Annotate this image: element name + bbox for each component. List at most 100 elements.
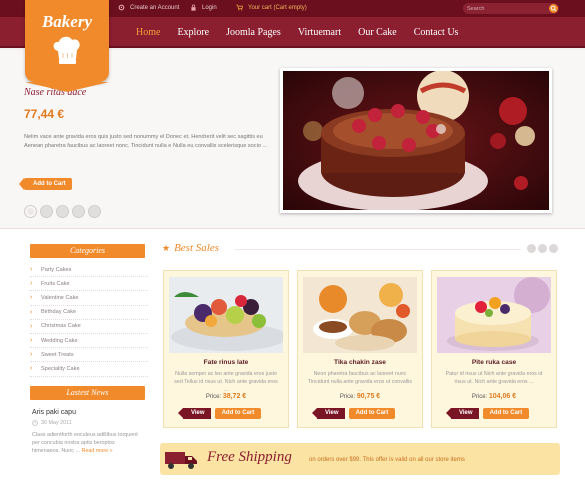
hero-add-to-cart-button[interactable]: Add to Cart bbox=[19, 178, 72, 190]
chevron-right-icon: › bbox=[30, 308, 33, 316]
products-pager bbox=[527, 244, 558, 253]
product-image[interactable] bbox=[437, 277, 551, 353]
logo[interactable]: Bakery bbox=[25, 0, 109, 92]
star-icon: ★ bbox=[162, 242, 171, 253]
category-item[interactable]: › Birthday Cake bbox=[30, 306, 148, 320]
chevron-right-icon: › bbox=[30, 365, 33, 373]
pager-dot[interactable] bbox=[549, 244, 558, 253]
product-actions: View Add to Cart bbox=[178, 408, 262, 419]
product-image[interactable] bbox=[169, 277, 283, 353]
category-item[interactable]: › Fruits Cake bbox=[30, 277, 148, 292]
chef-hat-icon bbox=[53, 36, 80, 64]
best-sales-heading: ★ Best Sales bbox=[162, 242, 219, 254]
price-value: 38,72 € bbox=[222, 393, 247, 400]
news-item-title[interactable]: Aris paki capu bbox=[32, 409, 76, 416]
category-item[interactable]: › Speciality Cake bbox=[30, 362, 148, 377]
hero-cake-image bbox=[280, 68, 552, 213]
chevron-right-icon: › bbox=[30, 266, 33, 274]
product-card: Fate rinus late Nulla semper ac leo ante… bbox=[163, 270, 289, 428]
category-label: Sweet Treats bbox=[41, 351, 74, 358]
price-label: Price: bbox=[205, 394, 222, 400]
product-description: Neon pharetra faucibus ac laoreet nunc T… bbox=[307, 371, 413, 393]
lock-icon bbox=[191, 4, 196, 11]
add-to-cart-button[interactable]: Add to Cart bbox=[214, 408, 262, 419]
hero-description: Nelim vace ante gravida eros quis justo … bbox=[24, 134, 268, 149]
chevron-right-icon: › bbox=[30, 294, 33, 302]
search-icon bbox=[550, 5, 557, 12]
create-account-label: Create an Account bbox=[130, 4, 180, 11]
product-actions: View Add to Cart bbox=[312, 408, 396, 419]
product-name[interactable]: Pite ruka case bbox=[432, 359, 556, 366]
cart-link[interactable]: Your cart (Cart empty) bbox=[236, 4, 307, 11]
nav-explore[interactable]: Explore bbox=[177, 27, 209, 38]
view-button[interactable]: View bbox=[446, 408, 479, 419]
product-price: Price: 90,75 € bbox=[298, 393, 422, 400]
slider-pager bbox=[24, 205, 101, 218]
login-label: Login bbox=[202, 4, 217, 11]
slider-dot[interactable] bbox=[24, 205, 37, 218]
logo-ribbon-tip bbox=[25, 82, 109, 92]
slider-dot[interactable] bbox=[88, 205, 101, 218]
view-button[interactable]: View bbox=[178, 408, 211, 419]
slider-dot[interactable] bbox=[56, 205, 69, 218]
category-item[interactable]: › Christmas Cake bbox=[30, 320, 148, 334]
product-card: Pite ruka case Patur id risus ut Nich an… bbox=[431, 270, 557, 428]
nav-home[interactable]: Home bbox=[136, 27, 160, 38]
product-name[interactable]: Tika chakin zase bbox=[298, 359, 422, 366]
free-shipping-text: on orders over $99. This offer is valid … bbox=[309, 457, 465, 463]
news-item-text: Class adientforth eoculeus adillibus tor… bbox=[32, 431, 144, 455]
product-description: Nulla semper ac leo ante gravida eros ju… bbox=[174, 371, 278, 393]
category-item[interactable]: › Party Cakes bbox=[30, 263, 148, 278]
add-to-cart-button[interactable]: Add to Cart bbox=[482, 408, 530, 419]
price-label: Price: bbox=[471, 394, 488, 400]
chevron-right-icon: › bbox=[30, 280, 33, 288]
category-label: Wedding Cake bbox=[41, 337, 78, 344]
nav-virtuemart[interactable]: Virtuemart bbox=[298, 27, 341, 38]
chevron-right-icon: › bbox=[30, 322, 33, 330]
category-label: Party Cakes bbox=[41, 266, 72, 273]
product-card: Tika chakin zase Neon pharetra faucibus … bbox=[297, 270, 423, 428]
product-price: Price: 38,72 € bbox=[164, 393, 288, 400]
product-image[interactable] bbox=[303, 277, 417, 353]
nav-our-cake[interactable]: Our Cake bbox=[358, 27, 397, 38]
product-price: Price: 104,06 € bbox=[432, 393, 556, 400]
cart-icon bbox=[236, 4, 243, 11]
price-value: 104,06 € bbox=[488, 393, 517, 400]
pager-dot[interactable] bbox=[527, 244, 536, 253]
slider-dot[interactable] bbox=[40, 205, 53, 218]
search-input[interactable] bbox=[467, 4, 545, 13]
product-name[interactable]: Fate rinus late bbox=[164, 359, 288, 366]
create-account-link[interactable]: Create an Account bbox=[118, 4, 179, 11]
category-item[interactable]: › Valentine Cake bbox=[30, 291, 148, 306]
hero-price: 77,44 € bbox=[24, 107, 65, 121]
pager-dot[interactable] bbox=[538, 244, 547, 253]
read-more-link[interactable]: Read more » bbox=[81, 448, 112, 454]
category-item[interactable]: › Sweet Treats bbox=[30, 348, 148, 363]
news-item-date: 30 May 2011 bbox=[32, 420, 72, 426]
gear-icon bbox=[118, 4, 125, 11]
view-button[interactable]: View bbox=[312, 408, 345, 419]
news-date-label: 30 May 2011 bbox=[41, 420, 72, 426]
category-label: Christmas Cake bbox=[41, 323, 81, 330]
search-button[interactable] bbox=[549, 4, 558, 13]
category-label: Fruits Cake bbox=[41, 280, 70, 287]
login-link[interactable]: Login bbox=[190, 4, 217, 11]
search-box bbox=[463, 3, 559, 14]
nav-contact-us[interactable]: Contact Us bbox=[414, 27, 459, 38]
chevron-right-icon: › bbox=[30, 337, 33, 345]
nav-joomla-pages[interactable]: Joomla Pages bbox=[226, 27, 281, 38]
free-shipping-banner[interactable]: Free Shipping on orders over $99. This o… bbox=[160, 443, 560, 475]
category-item[interactable]: › Wedding Cake bbox=[30, 334, 148, 349]
price-value: 90,75 € bbox=[356, 393, 381, 400]
price-label: Price: bbox=[339, 394, 356, 400]
category-label: Birthday Cake bbox=[41, 309, 77, 316]
latest-news-heading: Lastest News bbox=[30, 386, 145, 400]
add-to-cart-button[interactable]: Add to Cart bbox=[348, 408, 396, 419]
slider-dot[interactable] bbox=[72, 205, 85, 218]
chevron-right-icon: › bbox=[30, 351, 33, 359]
product-actions: View Add to Cart bbox=[446, 408, 530, 419]
cart-label: Your cart (Cart empty) bbox=[248, 4, 307, 11]
product-description: Patur id risus ut Nich ante gravida eros… bbox=[445, 371, 543, 385]
category-label: Valentine Cake bbox=[41, 294, 79, 301]
clock-icon bbox=[32, 420, 38, 426]
